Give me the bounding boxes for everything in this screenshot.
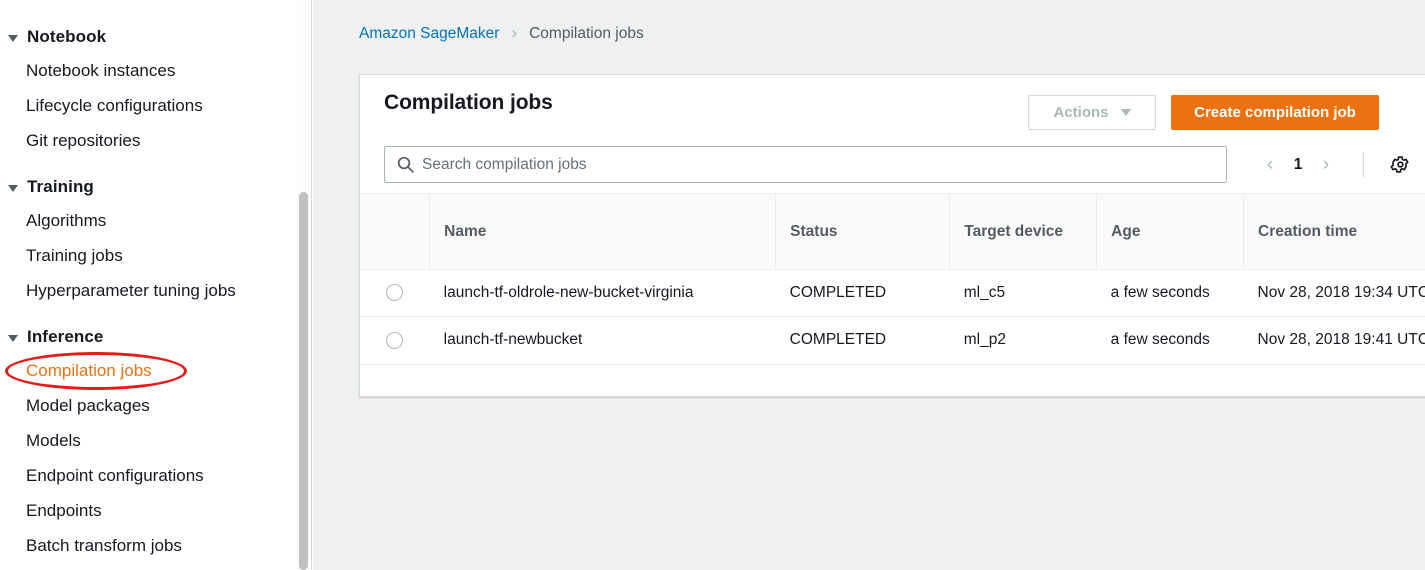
breadcrumb-link-amazon-sagemaker[interactable]: Amazon SageMaker <box>359 25 499 43</box>
cell-creation-time: Nov 28, 2018 19:41 UTC <box>1244 317 1425 364</box>
row-radio-button[interactable] <box>386 332 403 349</box>
search-icon <box>397 156 414 173</box>
toolbar-divider <box>1363 152 1364 178</box>
column-header-target-device[interactable]: Target device <box>950 194 1097 270</box>
page-title: Compilation jobs <box>384 91 553 115</box>
sidebar-item-endpoints[interactable]: Endpoints <box>26 501 102 521</box>
row-radio-button[interactable] <box>386 284 403 301</box>
cell-creation-time: Nov 28, 2018 19:34 UTC <box>1244 270 1425 317</box>
sidebar-group-label: Inference <box>27 327 104 347</box>
column-header-select <box>360 194 430 270</box>
cell-name[interactable]: launch-tf-oldrole-new-bucket-virginia <box>430 270 776 317</box>
table-body: launch-tf-oldrole-new-bucket-virginia CO… <box>360 270 1425 365</box>
column-header-status[interactable]: Status <box>776 194 950 270</box>
caret-down-icon <box>8 185 18 192</box>
caret-down-icon <box>8 35 18 42</box>
table-row[interactable]: launch-tf-newbucket COMPLETED ml_p2 a fe… <box>360 317 1425 364</box>
caret-down-icon <box>8 335 18 342</box>
table-header: Name Status Target device Age Creation t… <box>360 194 1425 270</box>
sidebar-group-label: Training <box>27 177 94 197</box>
sidebar-item-git-repositories[interactable]: Git repositories <box>26 131 140 151</box>
table-header-row: Name Status Target device Age Creation t… <box>360 194 1425 270</box>
sidebar-scrollbar-thumb[interactable] <box>299 192 308 570</box>
create-compilation-job-button[interactable]: Create compilation job <box>1171 95 1379 130</box>
sidebar-group-notebook[interactable]: Notebook <box>8 27 106 47</box>
sidebar-item-hyperparameter-tuning-jobs[interactable]: Hyperparameter tuning jobs <box>26 281 236 301</box>
column-header-creation-time[interactable]: Creation time <box>1244 194 1425 270</box>
compilation-jobs-panel: Compilation jobs Actions Create compilat… <box>359 74 1425 397</box>
cell-status: COMPLETED <box>776 270 950 317</box>
chevron-right-icon: › <box>511 23 517 43</box>
search-input[interactable] <box>422 156 1226 174</box>
compilation-jobs-table: Name Status Target device Age Creation t… <box>360 193 1425 365</box>
cell-name[interactable]: launch-tf-newbucket <box>430 317 776 364</box>
sidebar-item-notebook-instances[interactable]: Notebook instances <box>26 61 175 81</box>
sidebar-item-compilation-jobs[interactable]: Compilation jobs <box>26 361 152 381</box>
table-toolbar: ‹ 1 › <box>360 136 1425 193</box>
search-box[interactable] <box>384 146 1227 183</box>
cell-status: COMPLETED <box>776 317 950 364</box>
table-row[interactable]: launch-tf-oldrole-new-bucket-virginia CO… <box>360 270 1425 317</box>
sidebar-item-models[interactable]: Models <box>26 431 81 451</box>
sidebar-item-lifecycle-configurations[interactable]: Lifecycle configurations <box>26 96 203 116</box>
row-select-cell[interactable] <box>360 270 430 317</box>
cell-age: a few seconds <box>1097 317 1244 364</box>
panel-header: Compilation jobs Actions Create compilat… <box>360 75 1425 136</box>
pagination-page-number[interactable]: 1 <box>1285 156 1311 174</box>
main-content-area: Amazon SageMaker › Compilation jobs Comp… <box>313 0 1425 570</box>
sidebar-navigation: Notebook Notebook instances Lifecycle conf… <box>0 0 312 570</box>
gear-icon[interactable] <box>1380 146 1418 183</box>
cell-target-device: ml_p2 <box>950 317 1097 364</box>
cell-target-device: ml_c5 <box>950 270 1097 317</box>
breadcrumb-current-compilation-jobs: Compilation jobs <box>529 25 644 43</box>
actions-label: Actions <box>1053 104 1108 121</box>
pagination-next-button[interactable]: › <box>1311 146 1341 183</box>
cell-age: a few seconds <box>1097 270 1244 317</box>
sidebar-item-endpoint-configurations[interactable]: Endpoint configurations <box>26 466 204 486</box>
row-select-cell[interactable] <box>360 317 430 364</box>
sidebar-group-inference[interactable]: Inference <box>8 327 104 347</box>
column-header-age[interactable]: Age <box>1097 194 1244 270</box>
chevron-down-icon <box>1121 109 1131 116</box>
sidebar-group-label: Notebook <box>27 27 106 47</box>
sidebar-item-model-packages[interactable]: Model packages <box>26 396 150 416</box>
pagination-controls: ‹ 1 › <box>1255 146 1341 183</box>
sidebar-group-training[interactable]: Training <box>8 177 94 197</box>
sidebar-item-batch-transform-jobs[interactable]: Batch transform jobs <box>26 536 182 556</box>
sidebar-item-training-jobs[interactable]: Training jobs <box>26 246 123 266</box>
actions-dropdown-button[interactable]: Actions <box>1028 95 1156 130</box>
pagination-prev-button[interactable]: ‹ <box>1255 146 1285 183</box>
column-header-name[interactable]: Name <box>430 194 776 270</box>
sidebar-item-algorithms[interactable]: Algorithms <box>26 211 106 231</box>
breadcrumb: Amazon SageMaker › Compilation jobs <box>359 24 644 44</box>
